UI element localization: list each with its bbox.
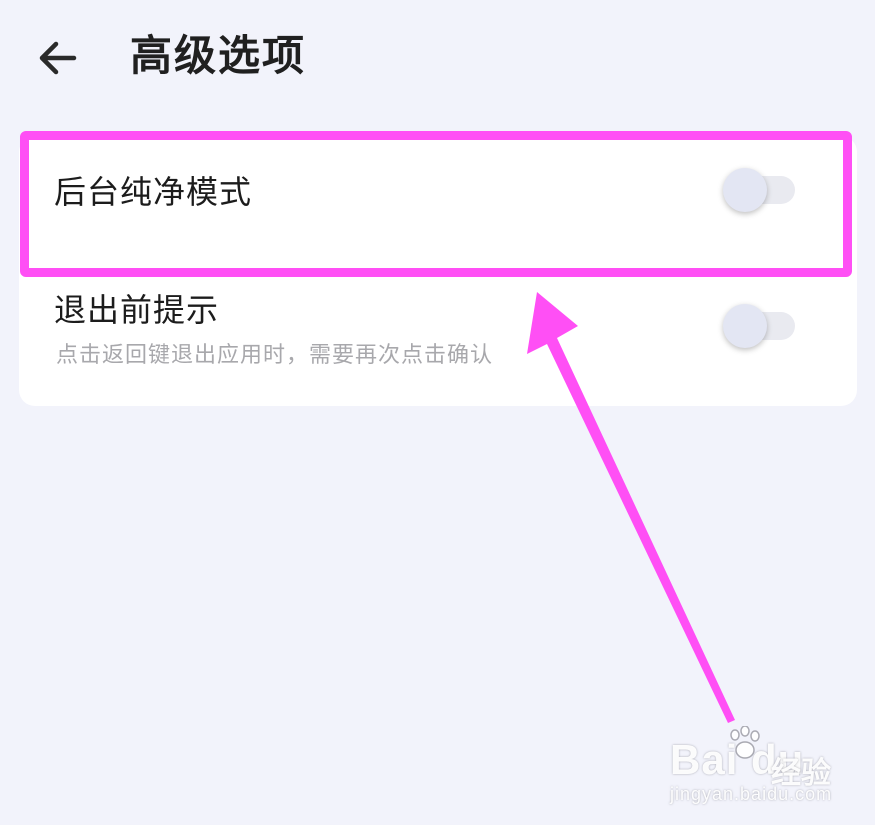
app-header: 高级选项 bbox=[0, 0, 875, 115]
annotation-arrow bbox=[527, 292, 735, 723]
baidu-jingyan-watermark: Bai du 经验 jingyan.baidu.com bbox=[668, 726, 848, 810]
setting-title: 后台纯净模式 bbox=[54, 173, 253, 211]
setting-row-exit-prompt[interactable]: 退出前提示 点击返回键退出应用时，需要再次点击确认 bbox=[19, 264, 857, 406]
setting-subtitle: 点击返回键退出应用时，需要再次点击确认 bbox=[56, 343, 494, 368]
page-title: 高级选项 bbox=[130, 31, 307, 80]
arrow-left-icon[interactable] bbox=[34, 34, 82, 82]
watermark-url: jingyan.baidu.com bbox=[670, 784, 833, 804]
setting-row-background-pure-mode[interactable]: 后台纯净模式 bbox=[19, 136, 857, 264]
toggle-knob bbox=[723, 304, 767, 348]
background-pure-mode-toggle[interactable] bbox=[721, 166, 797, 214]
exit-prompt-toggle[interactable] bbox=[721, 302, 797, 350]
toggle-knob bbox=[723, 168, 767, 212]
setting-title: 退出前提示 bbox=[54, 291, 220, 329]
settings-card: 后台纯净模式 退出前提示 点击返回键退出应用时，需要再次点击确认 bbox=[19, 136, 857, 406]
